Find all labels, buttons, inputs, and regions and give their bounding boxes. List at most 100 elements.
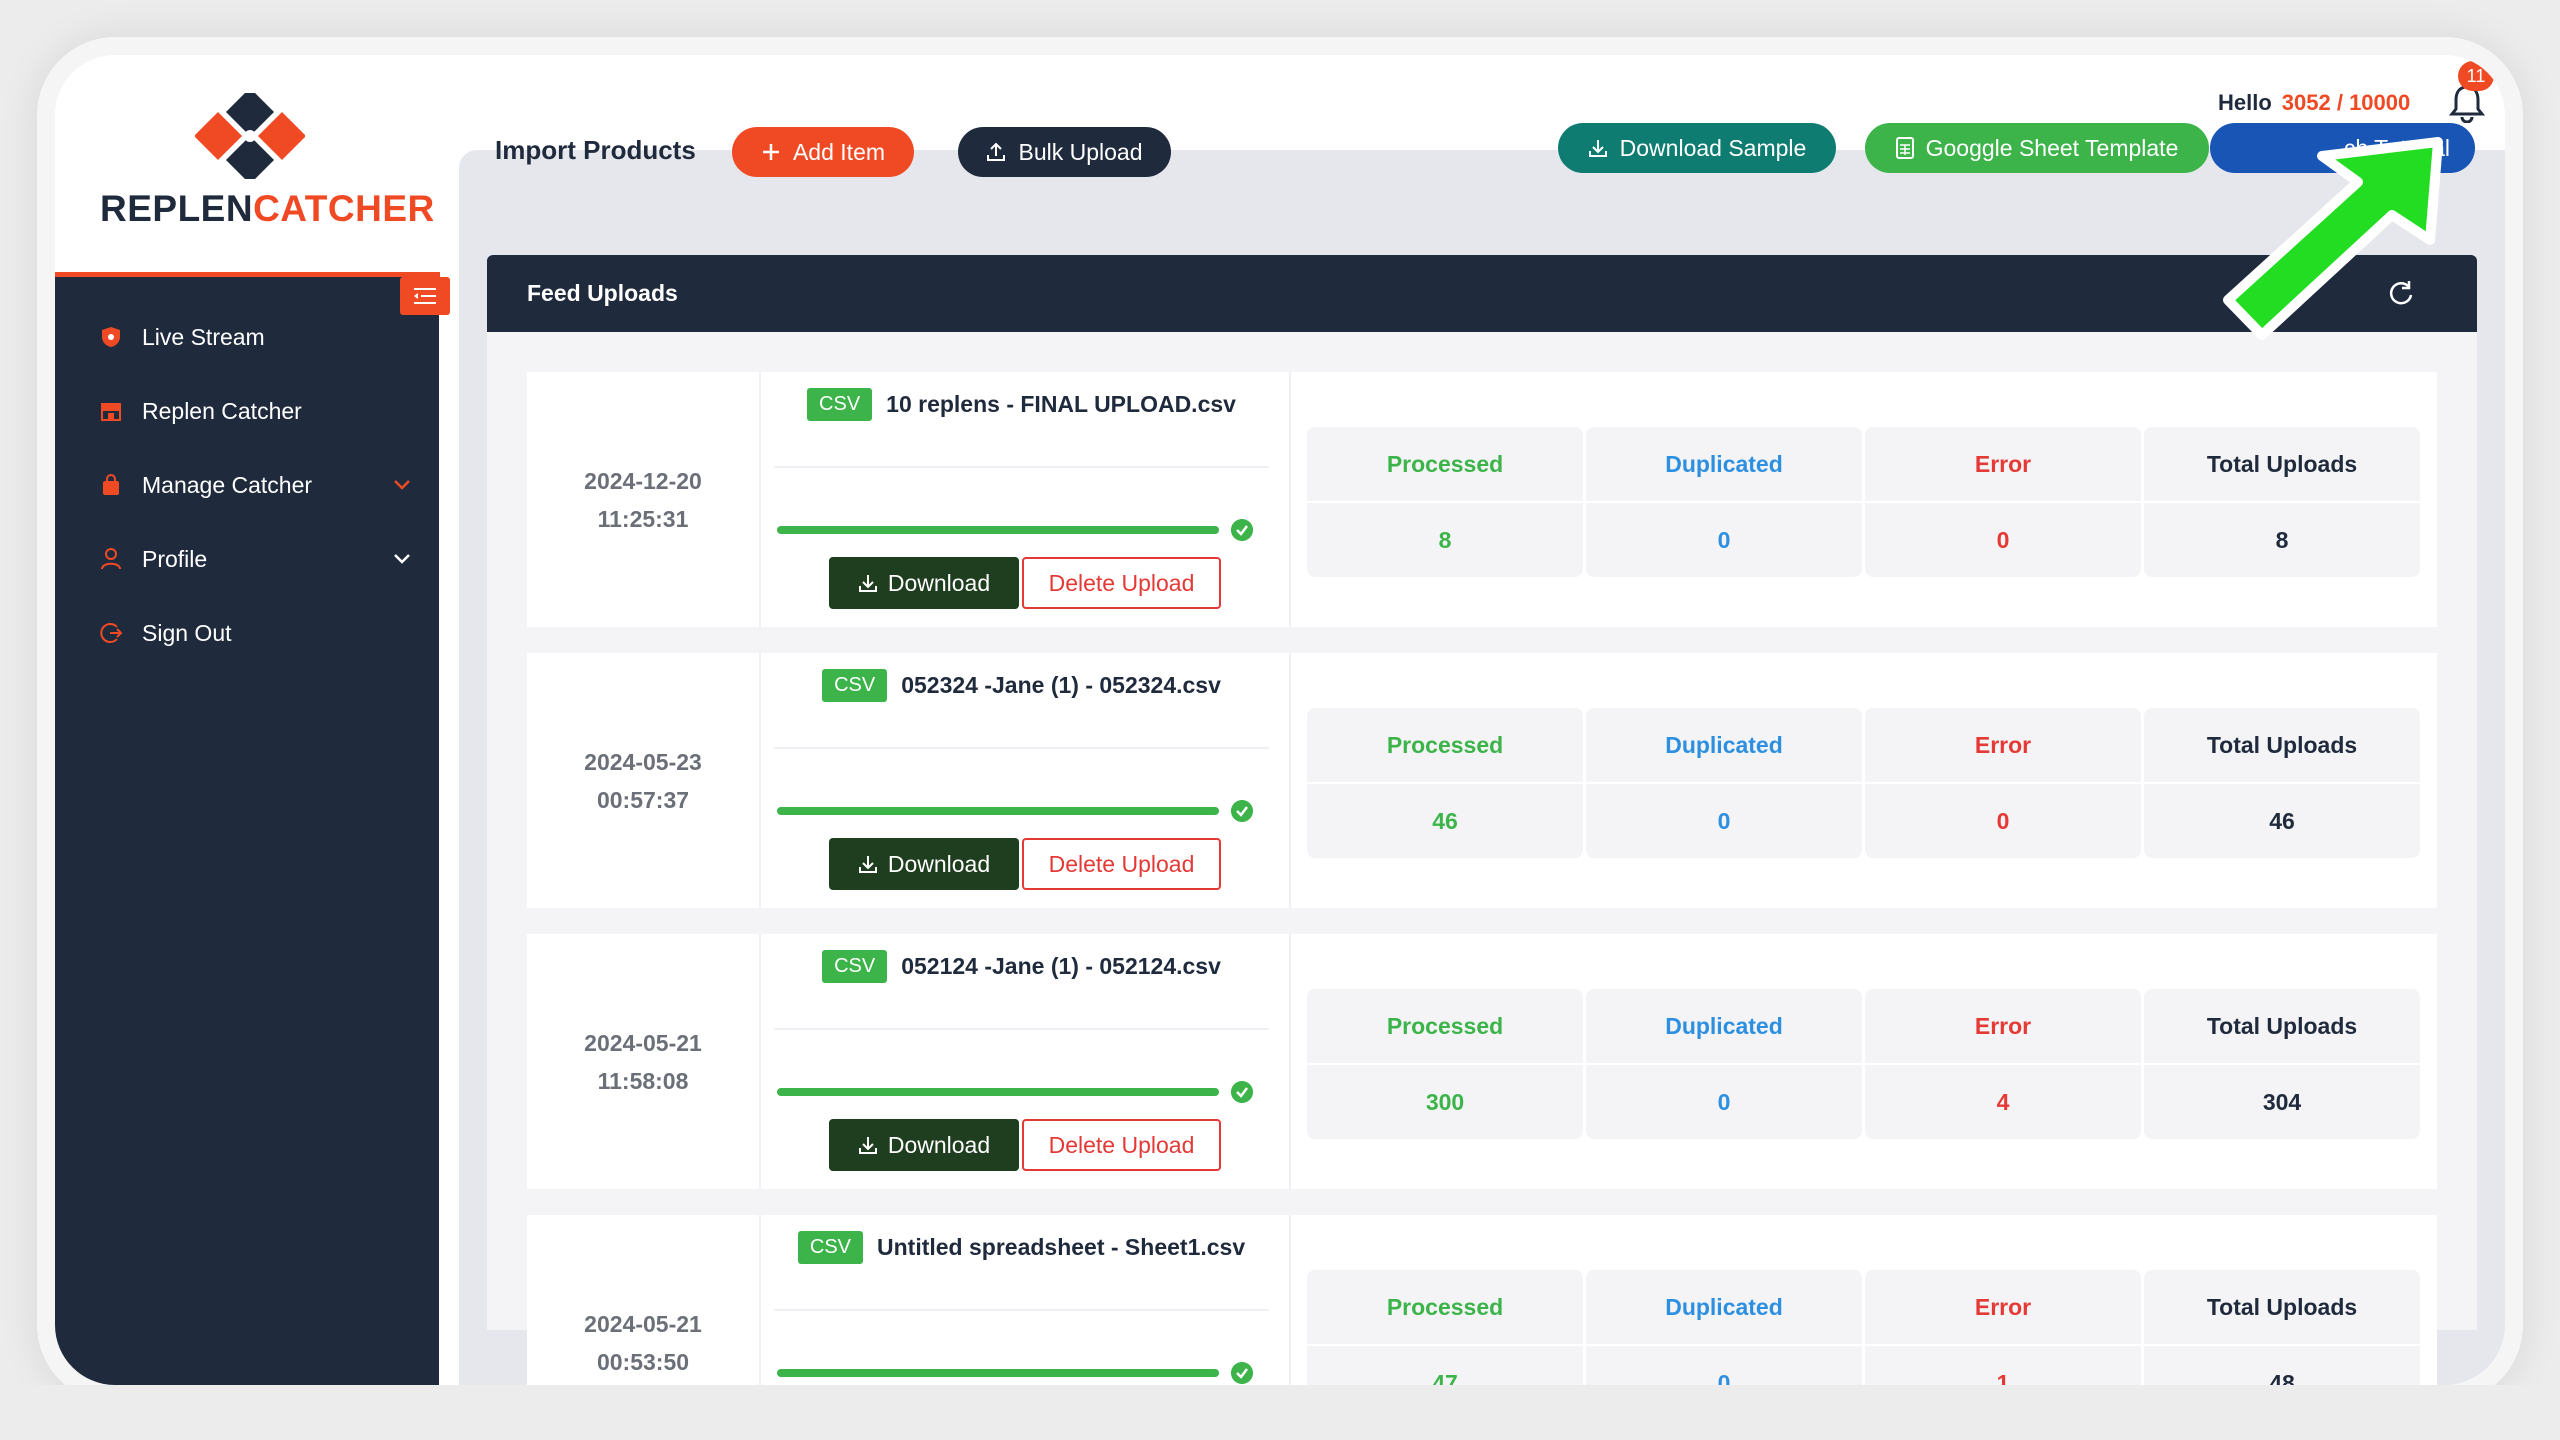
- shield-icon: [100, 326, 122, 348]
- divider: [774, 1028, 1269, 1030]
- file-info: CSV 10 replens - FINAL UPLOAD.csv: [759, 388, 1284, 421]
- stat-value: 1: [1865, 1344, 2141, 1385]
- csv-badge: CSV: [822, 950, 888, 983]
- stat-value: 48: [2144, 1344, 2420, 1385]
- sidebar-item-profile[interactable]: Profile: [100, 539, 445, 579]
- chevron-down-icon: [394, 480, 410, 490]
- download-icon: [858, 1137, 877, 1154]
- add-item-label: Add Item: [792, 138, 886, 165]
- stat-value: 0: [1586, 1344, 1862, 1385]
- stat-processed: Processed 300: [1307, 989, 1583, 1139]
- stat-label: Processed: [1386, 1293, 1504, 1320]
- upload-progress-fill: [777, 807, 1219, 815]
- stat-value: 0: [1586, 1063, 1862, 1139]
- divider: [1289, 372, 1291, 627]
- stat-processed: Processed 46: [1307, 708, 1583, 858]
- stat-value: 0: [1586, 501, 1862, 577]
- stat-label: Duplicated: [1665, 450, 1783, 477]
- csv-badge: CSV: [822, 669, 888, 702]
- stat-value: 8: [2144, 501, 2420, 577]
- stat-value: 46: [1307, 782, 1583, 858]
- stat-label: Processed: [1386, 450, 1504, 477]
- divider: [774, 747, 1269, 749]
- download-label: Download: [887, 850, 991, 877]
- stat-duplicated: Duplicated 0: [1586, 1270, 1862, 1385]
- stat-label: Total Uploads: [2206, 1012, 2358, 1039]
- store-icon: [100, 400, 122, 422]
- page-title: Import Products: [495, 135, 696, 165]
- greeting: Hello 3052 / 10000: [2218, 90, 2410, 116]
- upload-row: 2024-12-20 11:25:31 CSV 10 replens - FIN…: [527, 372, 2437, 627]
- sidebar-item-manage-catcher[interactable]: Manage Catcher: [100, 465, 445, 505]
- stat-total: Total Uploads 48: [2144, 1270, 2420, 1385]
- sidebar-item-label: Replen Catcher: [142, 397, 302, 424]
- upload-progress-fill: [777, 526, 1219, 534]
- upload-progress-bar: [777, 1088, 1219, 1096]
- upload-row: 2024-05-21 11:58:08 CSV 052124 -Jane (1)…: [527, 934, 2437, 1189]
- check-icon: [1231, 519, 1253, 541]
- sidebar-toggle-button[interactable]: [400, 277, 450, 315]
- download-button[interactable]: Download: [829, 1119, 1019, 1171]
- stat-value: 8: [1307, 501, 1583, 577]
- frame-bottom-margin: [0, 1385, 2560, 1440]
- check-icon: [1231, 1081, 1253, 1103]
- stat-value: 0: [1586, 782, 1862, 858]
- sidebar-item-replen-catcher[interactable]: Replen Catcher: [100, 391, 302, 431]
- logo-area: REPLENCATCHER: [55, 55, 440, 277]
- stat-label: Total Uploads: [2206, 1293, 2358, 1320]
- stat-duplicated: Duplicated 0: [1586, 427, 1862, 577]
- download-button[interactable]: Download: [829, 838, 1019, 890]
- stat-label: Duplicated: [1665, 1293, 1783, 1320]
- sidebar-item-live-stream[interactable]: Live Stream: [100, 317, 265, 357]
- csv-badge: CSV: [797, 1231, 863, 1264]
- upload-stats: Processed 47 Duplicated 0 Error 1 Total Upl…: [1307, 1270, 2420, 1385]
- file-name: Untitled spreadsheet - Sheet1.csv: [877, 1234, 1246, 1260]
- divider: [1289, 653, 1291, 908]
- upload-progress-bar: [777, 1369, 1219, 1377]
- file-info: CSV Untitled spreadsheet - Sheet1.csv: [759, 1231, 1284, 1264]
- upload-date: 2024-12-20 11:25:31: [527, 372, 759, 627]
- google-sheet-template-button[interactable]: Googgle Sheet Template: [1865, 123, 2209, 173]
- bulk-upload-button[interactable]: Bulk Upload: [958, 127, 1171, 177]
- stat-label: Error: [1974, 1012, 2032, 1039]
- notification-badge: 11: [2458, 61, 2494, 91]
- file-name: 10 replens - FINAL UPLOAD.csv: [886, 391, 1236, 417]
- download-button[interactable]: Download: [829, 557, 1019, 609]
- sign-out-icon: [100, 622, 122, 644]
- stat-duplicated: Duplicated 0: [1586, 989, 1862, 1139]
- stat-label: Processed: [1386, 1012, 1504, 1039]
- stat-value: 300: [1307, 1063, 1583, 1139]
- upload-icon: [987, 142, 1006, 161]
- delete-upload-button[interactable]: Delete Upload: [1022, 1119, 1221, 1171]
- greeting-label: Hello: [2218, 90, 2272, 115]
- upload-date-time: 00:57:37: [596, 786, 690, 813]
- add-item-button[interactable]: Add Item: [732, 127, 914, 177]
- sidebar-item-label: Live Stream: [142, 323, 265, 350]
- upload-progress-bar: [777, 526, 1219, 534]
- menu-collapse-icon: [414, 288, 436, 304]
- delete-upload-button[interactable]: Delete Upload: [1022, 557, 1221, 609]
- sidebar-item-label: Profile: [142, 545, 208, 572]
- puzzle-logo-icon: [195, 93, 305, 179]
- bulk-upload-label: Bulk Upload: [1018, 138, 1143, 165]
- file-name: 052124 -Jane (1) - 052124.csv: [901, 953, 1221, 979]
- file-info: CSV 052124 -Jane (1) - 052124.csv: [759, 950, 1284, 983]
- check-icon: [1231, 1362, 1253, 1384]
- upload-date-time: 11:58:08: [597, 1067, 689, 1094]
- user-icon: [100, 548, 122, 570]
- upload-stats: Processed 300 Duplicated 0 Error 4 Total Up…: [1307, 989, 2420, 1139]
- sidebar-item-label: Sign Out: [142, 619, 232, 646]
- stat-total: Total Uploads 8: [2144, 427, 2420, 577]
- download-sample-button[interactable]: Download Sample: [1558, 123, 1836, 173]
- stat-label: Error: [1974, 450, 2032, 477]
- sidebar-item-sign-out[interactable]: Sign Out: [100, 613, 232, 653]
- sidebar-item-label: Manage Catcher: [142, 471, 313, 498]
- delete-upload-button[interactable]: Delete Upload: [1022, 838, 1221, 890]
- stat-label: Total Uploads: [2206, 731, 2358, 758]
- sheet-icon: [1895, 137, 1914, 159]
- file-name: 052324 -Jane (1) - 052324.csv: [901, 672, 1221, 698]
- sidebar: [55, 277, 439, 1385]
- download-icon: [858, 856, 877, 873]
- upload-row: 2024-05-23 00:57:37 CSV 052324 -Jane (1)…: [527, 653, 2437, 908]
- upload-stats: Processed 8 Duplicated 0 Error 0 Total Uplo…: [1307, 427, 2420, 577]
